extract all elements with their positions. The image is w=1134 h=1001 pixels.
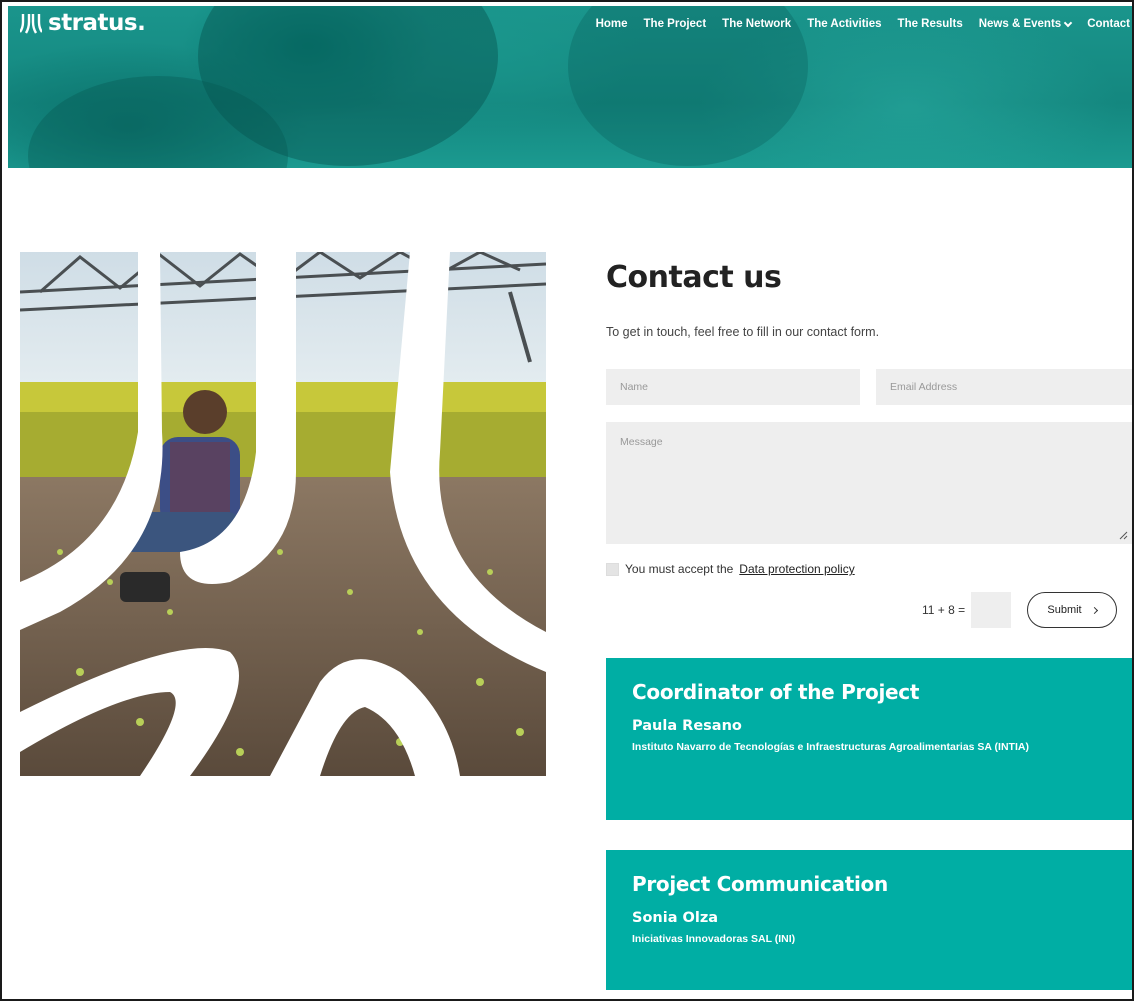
main-nav: Home The Project The Network The Activit… (596, 18, 1130, 30)
name-input[interactable]: Name (606, 369, 860, 405)
nav-the-network[interactable]: The Network (722, 18, 791, 30)
hero-banner: stratus. Home The Project The Network Th… (8, 6, 1132, 168)
consent-row: You must accept the Data protection poli… (606, 562, 855, 576)
communication-heading: Project Communication (632, 872, 888, 896)
coordinator-name: Paula Resano (632, 718, 742, 734)
page: stratus. Home The Project The Network Th… (0, 0, 1134, 1001)
captcha-row: 11 + 8 = (922, 592, 1012, 628)
stratus-logo-icon (19, 12, 43, 34)
intro-text: To get in touch, feel free to fill in ou… (606, 325, 880, 339)
nav-the-results[interactable]: The Results (898, 18, 963, 30)
chevron-right-icon (1090, 606, 1098, 614)
logo-text: stratus. (48, 10, 146, 36)
submit-button[interactable]: Submit (1027, 592, 1117, 628)
site-logo[interactable]: stratus. (19, 10, 146, 36)
hero-shade (568, 6, 808, 166)
nav-home[interactable]: Home (596, 18, 628, 30)
consent-checkbox[interactable] (606, 562, 619, 576)
captcha-question: 11 + 8 = (922, 603, 966, 617)
nav-contact[interactable]: Contact (1087, 18, 1130, 30)
page-title: Contact us (606, 260, 782, 295)
communication-org: Iniciativas Innovadoras SAL (INI) (632, 933, 796, 945)
nav-the-activities[interactable]: The Activities (807, 18, 881, 30)
resize-handle-icon[interactable] (1118, 530, 1128, 540)
chevron-down-icon (1063, 18, 1073, 27)
submit-label: Submit (1047, 604, 1082, 616)
coordinator-heading: Coordinator of the Project (632, 680, 920, 704)
farmer-field-image (19, 250, 547, 776)
nav-news-events[interactable]: News & Events (978, 18, 1073, 30)
contact-section: Contact us To get in touch, feel free to… (606, 252, 1132, 990)
message-placeholder: Message (620, 436, 663, 448)
data-protection-link[interactable]: Data protection policy (739, 562, 854, 576)
message-textarea[interactable]: Message (606, 422, 1132, 544)
name-email-row: Name Email Address (606, 369, 1132, 405)
nav-news-events-label: News & Events (978, 18, 1062, 30)
consent-text: You must accept the (625, 562, 734, 576)
email-input[interactable]: Email Address (876, 369, 1132, 405)
communication-card: Project Communication Sonia Olza Iniciat… (606, 850, 1132, 990)
nav-the-project[interactable]: The Project (644, 18, 707, 30)
communication-name: Sonia Olza (632, 910, 719, 926)
captcha-input[interactable] (971, 592, 1012, 628)
coordinator-card: Coordinator of the Project Paula Resano … (606, 658, 1132, 820)
coordinator-org: Instituto Navarro de Tecnologías e Infra… (632, 741, 1029, 753)
